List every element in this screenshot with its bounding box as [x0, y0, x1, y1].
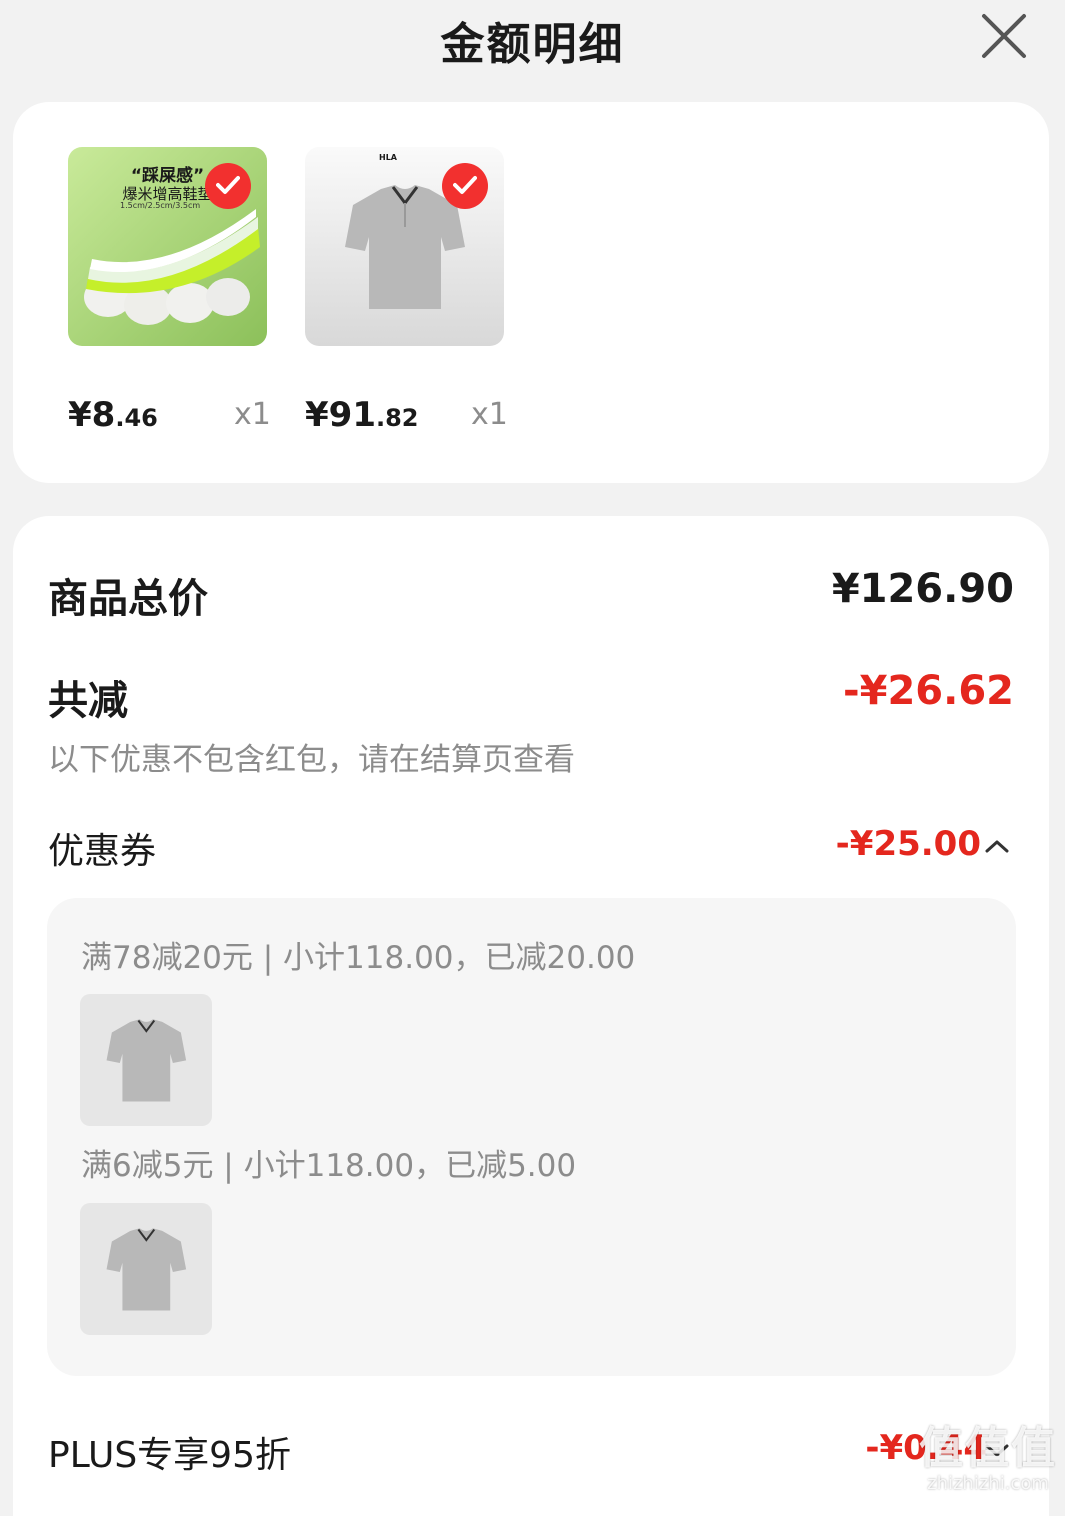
total-label: 商品总价	[48, 576, 208, 622]
summary-card: 商品总价 ¥126.90 共减 -¥26.62 以下优惠不包含红包，请在结算页查…	[13, 516, 1049, 1516]
watermark: 值值值 zhizhizhi.com	[919, 1423, 1057, 1494]
coupon-rule: 满6减5元 | 小计118.00，已减5.00	[81, 1148, 577, 1184]
close-icon[interactable]	[978, 10, 1030, 62]
product-caption-sizes: 1.5cm/2.5cm/3.5cm	[120, 201, 201, 210]
coupon-product-thumbnail[interactable]	[80, 994, 212, 1126]
page-title: 金额明细	[440, 19, 625, 70]
discount-value: -¥26.62	[843, 668, 1014, 714]
coupon-label[interactable]: 优惠券	[48, 822, 156, 874]
total-value: ¥126.90	[831, 566, 1014, 612]
product-qty: x1	[471, 397, 508, 432]
checked-icon[interactable]	[205, 163, 251, 209]
product-image[interactable]: HLA	[305, 147, 504, 346]
header: 金额明细	[0, 0, 1065, 80]
discount-label: 共减	[48, 678, 128, 724]
brand-logo: HLA	[379, 153, 397, 162]
product-price: ¥8.46	[68, 395, 158, 435]
checked-icon[interactable]	[442, 163, 488, 209]
product-price: ¥91.82	[305, 395, 419, 435]
discount-note: 以下优惠不包含红包，请在结算页查看	[48, 742, 575, 778]
plus-discount-label[interactable]: PLUS专享95折	[48, 1426, 291, 1478]
coupon-rule: 满78减20元 | 小计118.00，已减20.00	[81, 940, 636, 976]
coupon-value[interactable]: -¥25.00	[836, 824, 981, 864]
coupon-product-thumbnail[interactable]	[80, 1203, 212, 1335]
chevron-up-icon[interactable]	[983, 836, 1011, 856]
products-card: “踩屎感” 爆米增高鞋垫 1.5cm/2.5cm/3.5cm ¥8.46 x1	[13, 102, 1049, 483]
product-qty: x1	[234, 397, 271, 432]
product-image[interactable]: “踩屎感” 爆米增高鞋垫 1.5cm/2.5cm/3.5cm	[68, 147, 267, 346]
coupon-detail-panel: 满78减20元 | 小计118.00，已减20.00 满6减5元 | 小计118…	[47, 898, 1016, 1376]
